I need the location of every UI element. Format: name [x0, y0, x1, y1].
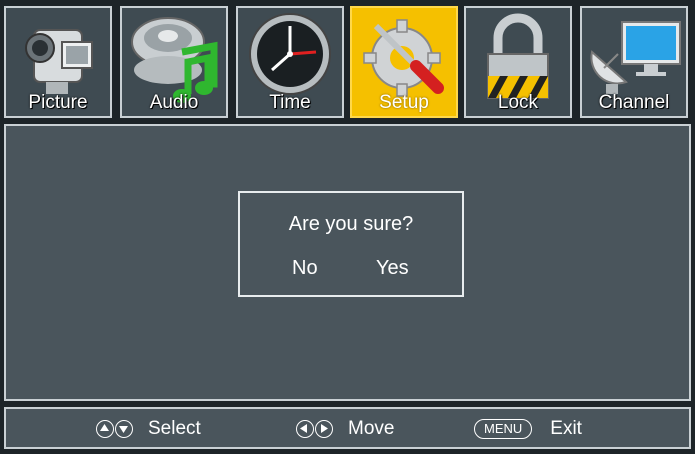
tab-label: Lock	[497, 92, 539, 113]
move-hint: Move	[296, 417, 394, 441]
menu-tabs: Picture Audio Time Setup Lock Channel	[4, 6, 691, 120]
tab-time[interactable]: Time	[236, 6, 344, 118]
tab-label: Channel	[598, 92, 670, 113]
yes-button[interactable]: Yes	[376, 257, 409, 280]
tab-channel[interactable]: Channel	[580, 6, 688, 118]
confirm-dialog: Are you sure? No Yes	[238, 191, 464, 297]
select-label: Select	[148, 418, 201, 439]
main-panel: Are you sure? No Yes	[4, 124, 691, 401]
key-hint-bar: Select Move MENU Exit	[4, 407, 691, 449]
exit-hint: MENU Exit	[474, 417, 582, 441]
tab-setup[interactable]: Setup	[350, 6, 458, 118]
right-arrow-icon	[315, 420, 333, 438]
left-arrow-icon	[296, 420, 314, 438]
tab-audio[interactable]: Audio	[120, 6, 228, 118]
tab-label: Setup	[379, 92, 429, 113]
tab-picture[interactable]: Picture	[4, 6, 112, 118]
tab-lock[interactable]: Lock	[464, 6, 572, 118]
move-label: Move	[348, 418, 395, 439]
select-hint: Select	[96, 417, 201, 441]
up-arrow-icon	[96, 420, 114, 438]
menu-key-icon: MENU	[474, 419, 533, 439]
no-button[interactable]: No	[292, 257, 318, 280]
down-arrow-icon	[115, 420, 133, 438]
tab-label: Time	[269, 92, 311, 113]
exit-label: Exit	[550, 418, 582, 439]
tv-osd-frame: Picture Audio Time Setup Lock Channel Ar…	[0, 0, 695, 454]
tab-label: Audio	[149, 92, 199, 113]
tab-label: Picture	[28, 92, 88, 113]
dialog-question: Are you sure?	[288, 213, 414, 235]
